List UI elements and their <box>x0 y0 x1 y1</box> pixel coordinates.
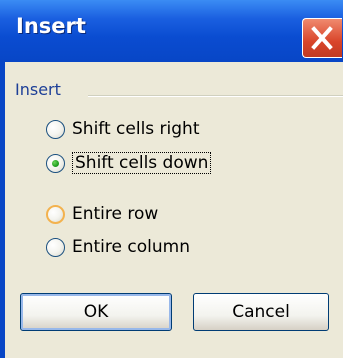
window-title: Insert <box>16 14 86 38</box>
close-button[interactable] <box>302 18 342 58</box>
radio-circle-icon <box>46 119 65 139</box>
radio-label: Entire row <box>72 204 159 224</box>
title-bar[interactable]: Insert <box>0 0 343 62</box>
radio-circle-icon <box>46 237 65 257</box>
radio-entire-row[interactable]: Entire row <box>46 201 158 227</box>
radio-label: Entire column <box>72 237 190 257</box>
radio-entire-column[interactable]: Entire column <box>46 234 190 260</box>
radio-shift-cells-right[interactable]: Shift cells right <box>46 116 200 142</box>
group-box-label: Insert <box>15 80 61 99</box>
group-box-divider <box>88 95 343 97</box>
window-frame <box>0 62 5 358</box>
close-icon <box>311 26 333 50</box>
cancel-button[interactable]: Cancel <box>193 293 329 331</box>
radio-label: Shift cells right <box>72 119 200 139</box>
radio-hover-icon <box>46 204 65 224</box>
ok-button[interactable]: OK <box>20 293 172 331</box>
radio-label: Shift cells down <box>72 152 212 174</box>
radio-shift-cells-down[interactable]: Shift cells down <box>46 150 212 176</box>
radio-selected-icon <box>46 153 65 173</box>
